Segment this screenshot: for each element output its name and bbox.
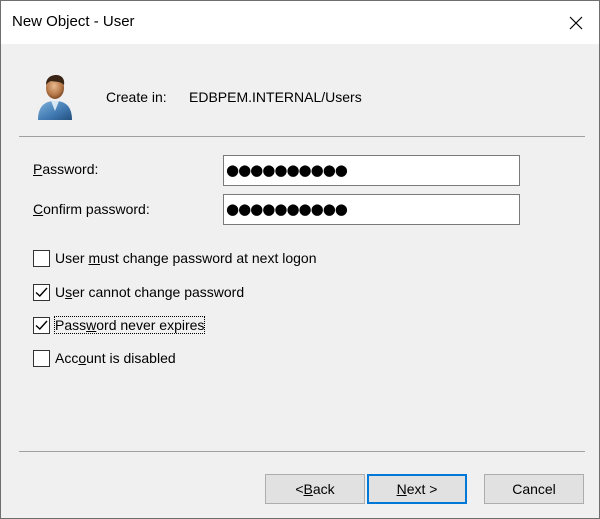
option-label: User must change password at next logon	[55, 250, 317, 266]
confirm-password-input[interactable]: ●●●●●●●●●●	[223, 194, 520, 225]
option-must-change-password[interactable]: User must change password at next logon	[33, 249, 317, 267]
password-label: Password:	[33, 161, 99, 177]
password-accelerator: P	[33, 161, 43, 177]
footer-divider	[19, 451, 585, 452]
checkbox[interactable]	[33, 249, 50, 267]
next-button[interactable]: Next >	[367, 474, 467, 504]
checkbox[interactable]	[33, 349, 50, 367]
close-button[interactable]	[553, 1, 599, 44]
window-title: New Object - User	[12, 13, 135, 30]
checkmark-icon	[35, 320, 48, 330]
checkbox[interactable]	[33, 316, 50, 334]
cancel-button[interactable]: Cancel	[484, 474, 584, 504]
user-icon	[38, 75, 72, 120]
checkbox[interactable]	[33, 283, 50, 301]
option-cannot-change-password[interactable]: User cannot change password	[33, 283, 244, 301]
create-in-label: Create in:	[106, 89, 167, 105]
new-object-user-dialog: New Object - User Create in: EDBPEM.INTE	[0, 0, 600, 519]
divider	[19, 136, 585, 137]
option-label: Password never expires	[53, 316, 206, 334]
confirm-password-label: Confirm password:	[33, 201, 150, 217]
password-input[interactable]: ●●●●●●●●●●	[223, 155, 520, 186]
option-password-never-expires[interactable]: Password never expires	[33, 316, 206, 334]
title-bar: New Object - User	[1, 1, 599, 44]
confirm-password-accelerator: C	[33, 201, 44, 217]
option-account-disabled[interactable]: Account is disabled	[33, 349, 176, 367]
back-button[interactable]: < Back	[265, 474, 365, 504]
close-icon	[569, 16, 583, 29]
option-label: User cannot change password	[55, 284, 245, 300]
create-in-path: EDBPEM.INTERNAL/Users	[189, 89, 362, 105]
option-label: Account is disabled	[55, 350, 176, 366]
checkmark-icon	[35, 287, 48, 297]
